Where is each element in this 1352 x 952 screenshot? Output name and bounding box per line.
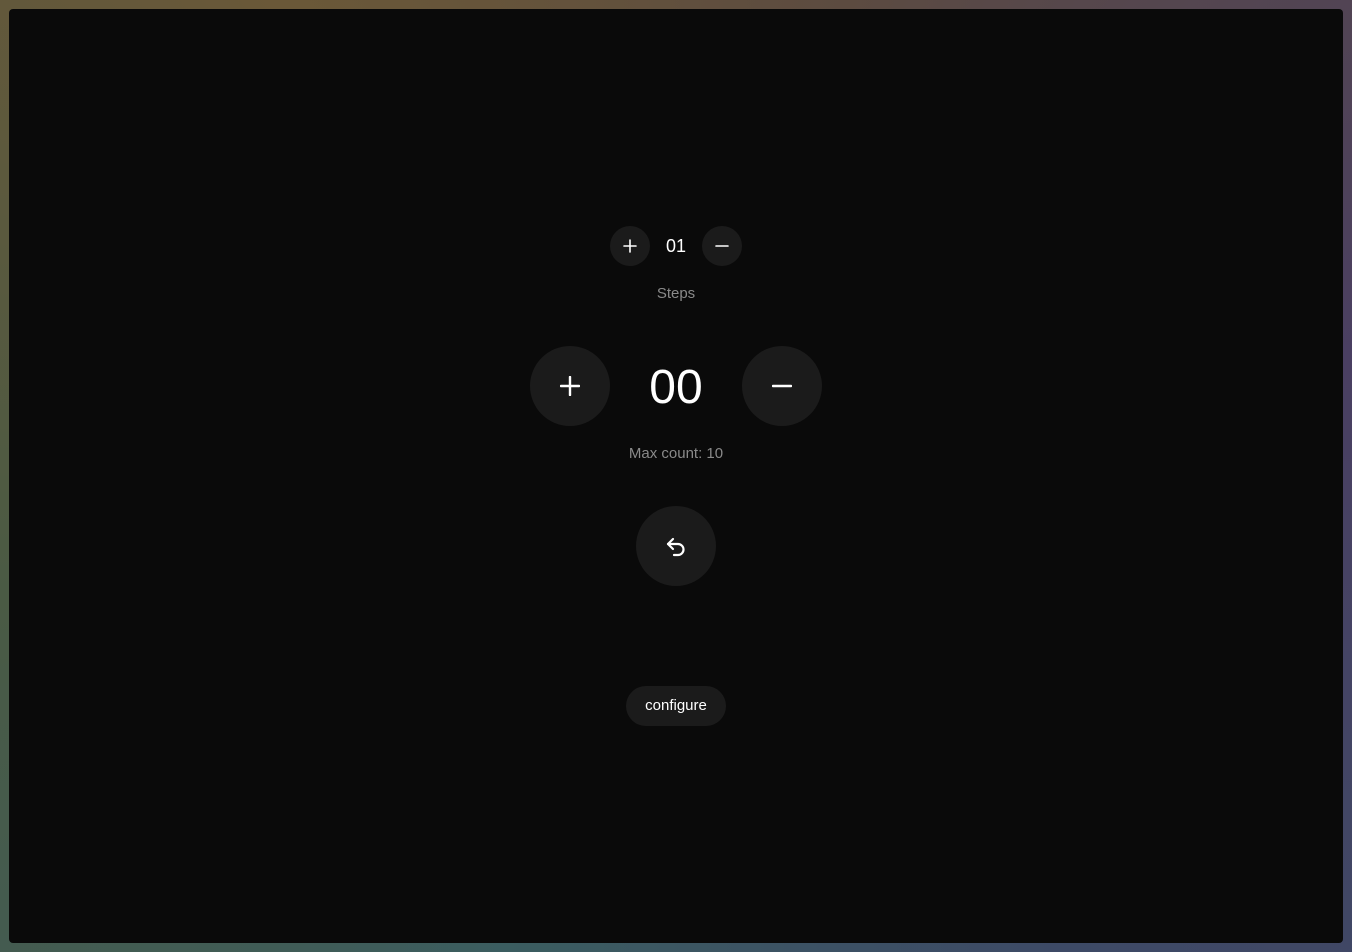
window-frame (0, 0, 1352, 952)
steps-decrement-button[interactable] (702, 226, 742, 266)
count-decrement-button[interactable] (742, 346, 822, 426)
max-count-label: Max count: 10 (628, 445, 724, 462)
reset-button[interactable] (636, 506, 716, 586)
configure-button[interactable]: configure (626, 686, 726, 726)
steps-increment-button[interactable] (610, 226, 650, 266)
steps-value: 01 (665, 236, 687, 256)
app-surface (9, 9, 1343, 943)
minus-icon (772, 376, 792, 396)
count-increment-button[interactable] (530, 346, 610, 426)
minus-icon (715, 239, 729, 253)
plus-icon (560, 376, 580, 396)
count-value: 00 (649, 361, 703, 414)
undo-icon (664, 534, 688, 558)
plus-icon (623, 239, 637, 253)
steps-label: Steps (656, 285, 696, 302)
